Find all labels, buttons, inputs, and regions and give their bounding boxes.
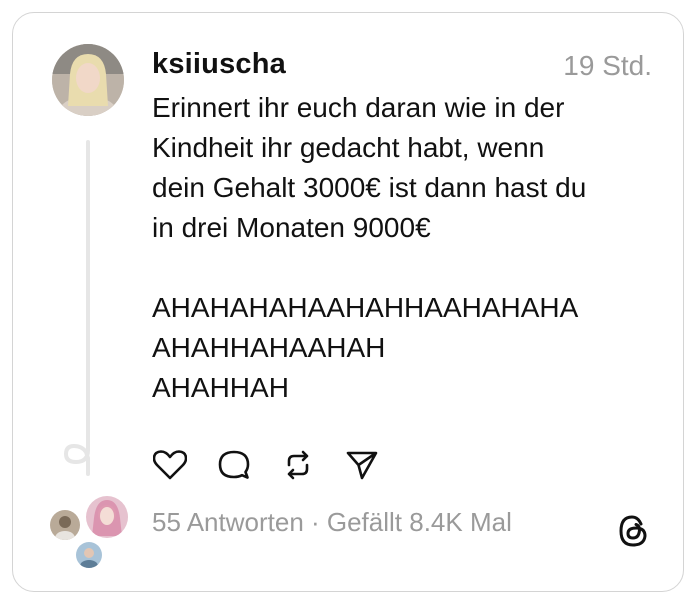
thread-loop-icon [63,436,90,476]
repost-icon [287,450,309,480]
reply-avatar [74,540,104,570]
threads-logo-icon[interactable] [614,512,652,550]
reply-avatar [48,508,82,542]
post-timestamp: 19 Std. [563,50,652,81]
post-actions [150,445,382,485]
author-avatar[interactable] [52,44,124,116]
post-username[interactable]: ksiiuscha [152,48,286,81]
post-stats[interactable]: 55 Antworten · Gefällt 8.4K Mal [152,507,512,538]
comment-icon [218,450,250,479]
thread-line [86,140,90,440]
send-icon [346,451,378,480]
reply-avatar [84,494,130,540]
post-text: Erinnert ihr euch daran wie in der Kindh… [152,92,587,403]
share-button[interactable] [342,445,382,485]
repost-button[interactable] [278,445,318,485]
reply-button[interactable] [214,445,254,485]
heart-icon [153,450,187,480]
like-button[interactable] [150,445,190,485]
